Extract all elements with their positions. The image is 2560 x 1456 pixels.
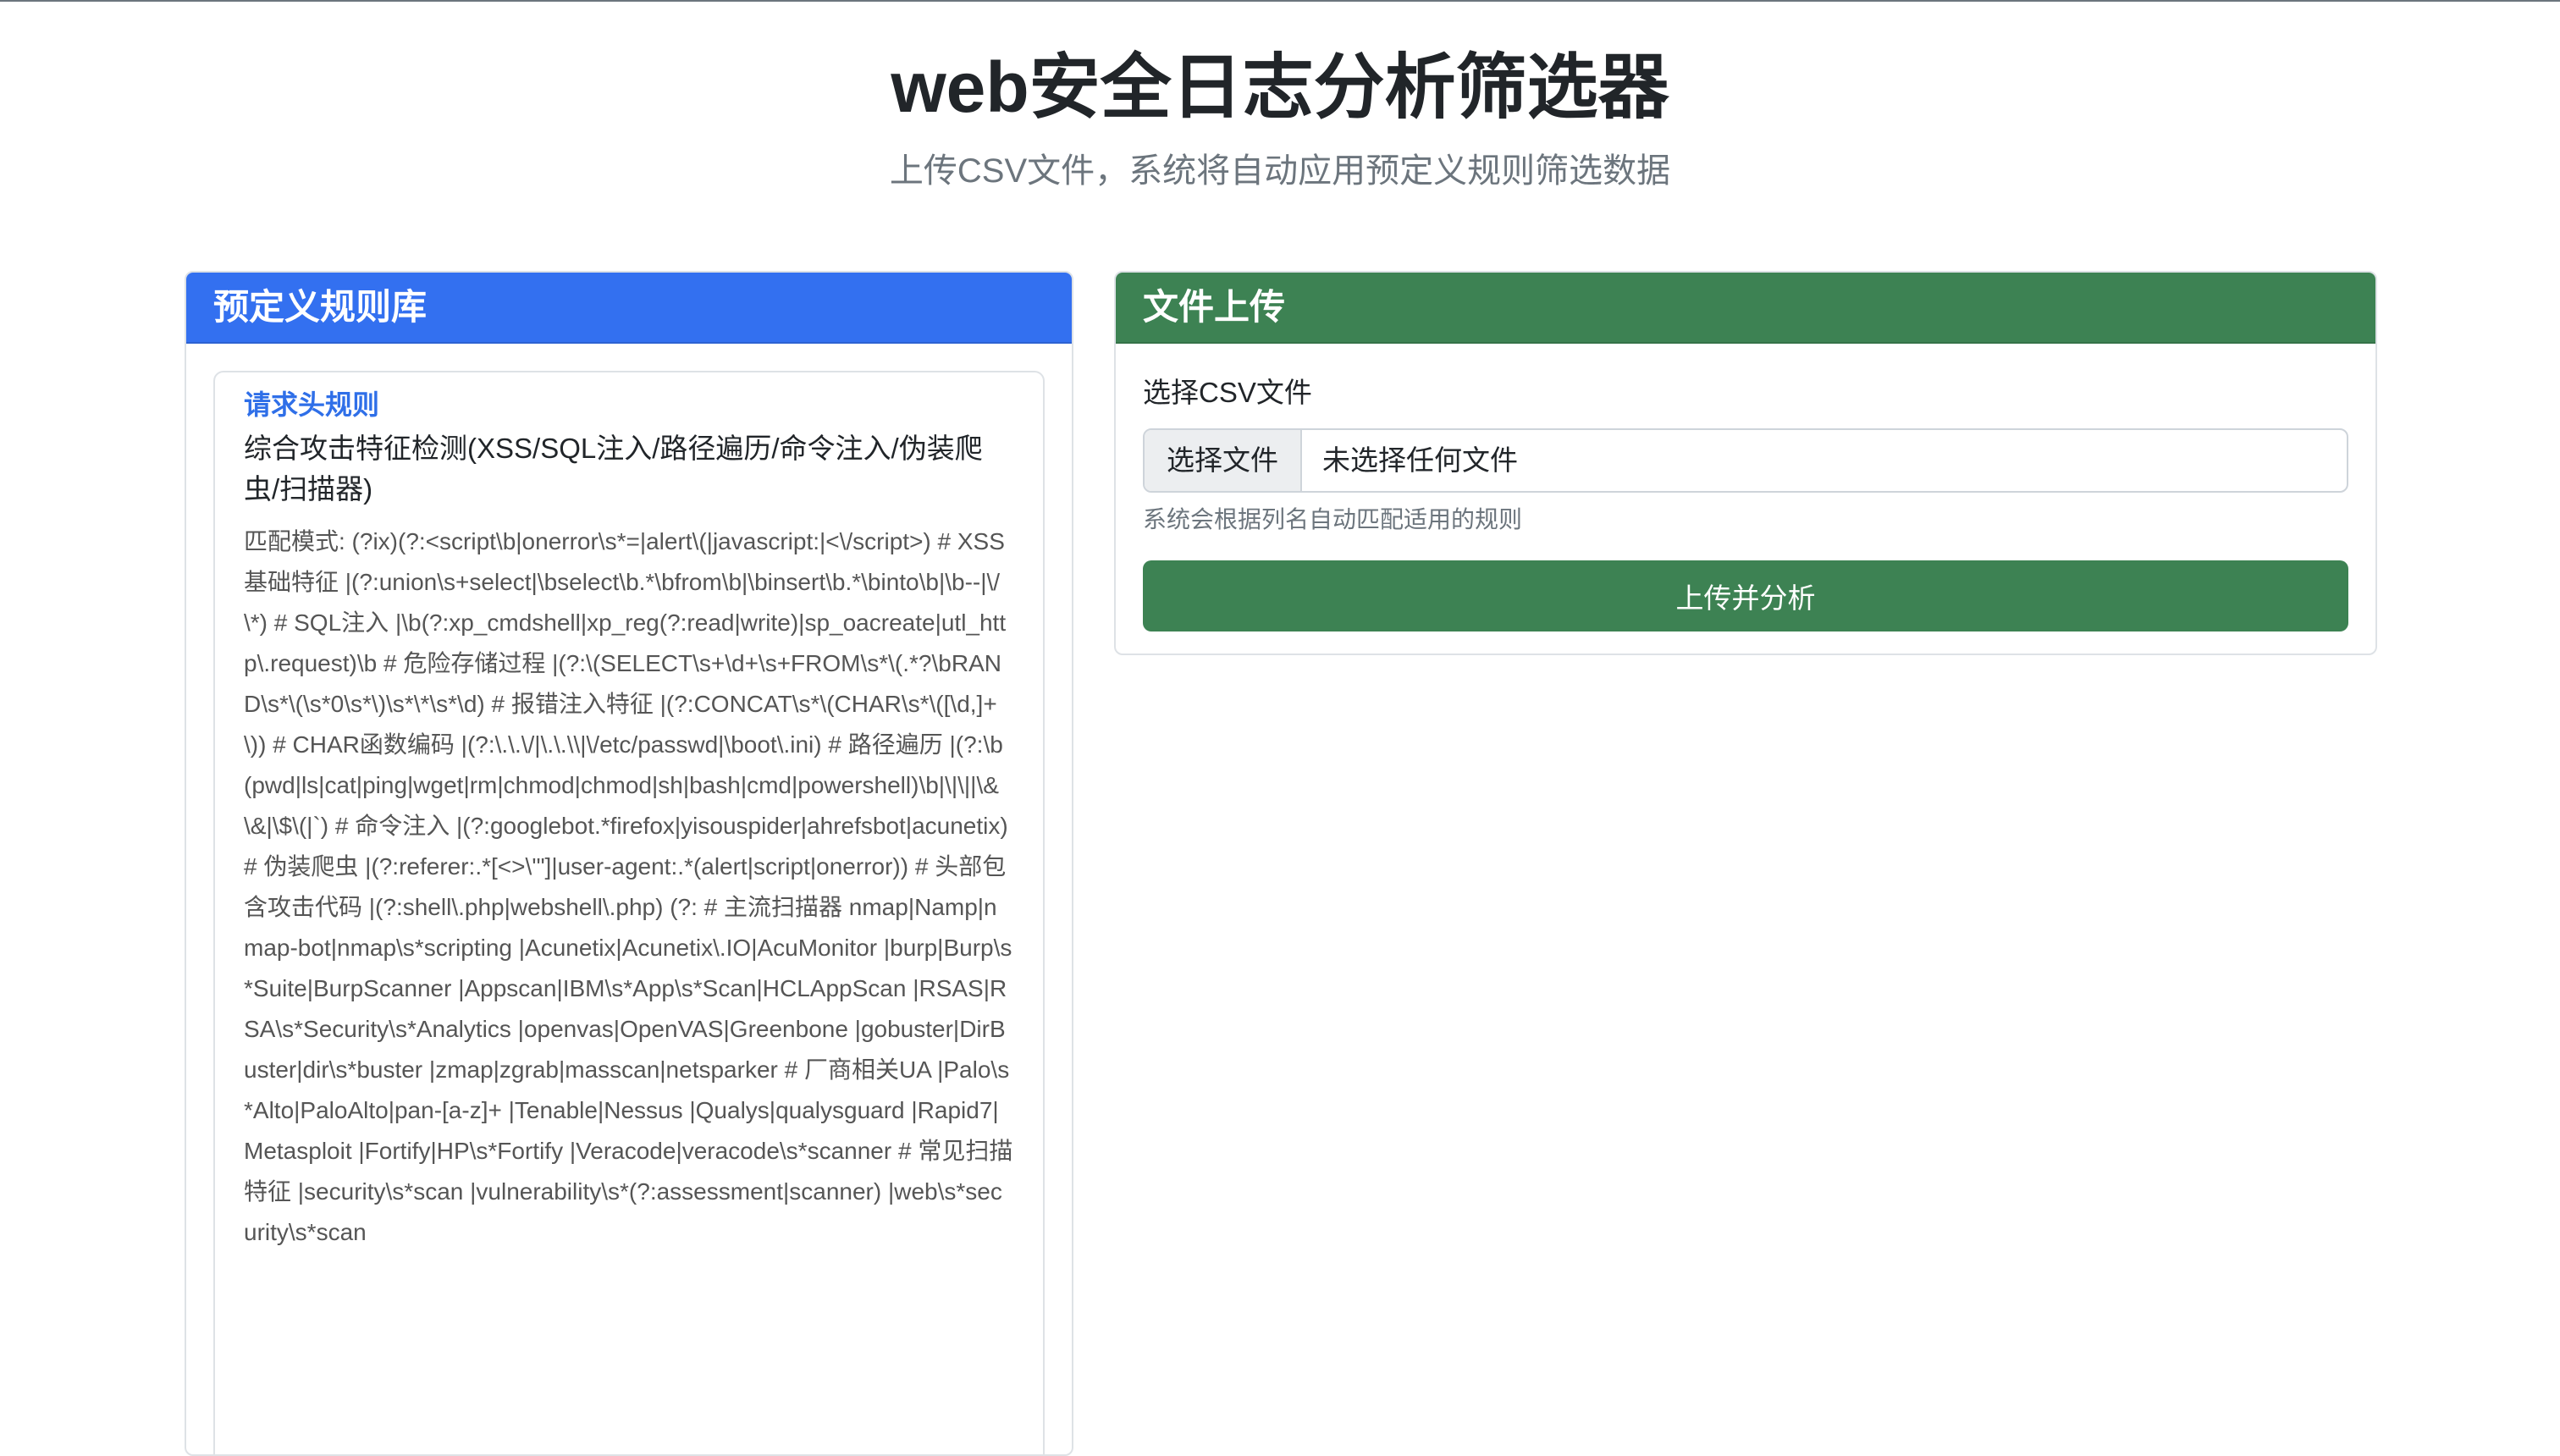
rule-item: 请求头规则 综合攻击特征检测(XSS/SQL注入/路径遍历/命令注入/伪装爬虫/…: [213, 371, 1045, 1454]
rule-category: 请求头规则: [244, 389, 380, 420]
choose-file-button[interactable]: 选择文件: [1145, 430, 1302, 491]
page-title: web安全日志分析筛选器: [891, 47, 1669, 127]
csv-file-label: 选择CSV文件: [1143, 377, 1312, 408]
rules-library-card: 预定义规则库 请求头规则 综合攻击特征检测(XSS/SQL注入/路径遍历/命令注…: [185, 271, 1073, 1456]
rules-library-header: 预定义规则库: [186, 273, 1072, 344]
page-header: web安全日志分析筛选器 上传CSV文件，系统将自动应用预定义规则筛选数据: [0, 41, 2560, 195]
csv-file-input[interactable]: 选择文件 未选择任何文件: [1143, 428, 2348, 493]
file-upload-header: 文件上传: [1116, 273, 2375, 344]
file-upload-body: 选择CSV文件 选择文件 未选择任何文件 系统会根据列名自动匹配适用的规则 上传…: [1116, 344, 2375, 654]
top-border: [0, 0, 2560, 2]
rules-library-body[interactable]: 请求头规则 综合攻击特征检测(XSS/SQL注入/路径遍历/命令注入/伪装爬虫/…: [186, 344, 1072, 1454]
upload-analyze-button[interactable]: 上传并分析: [1143, 560, 2348, 631]
rule-pattern: 匹配模式: (?ix)(?:<script\b|onerror\s*=|aler…: [244, 528, 1015, 1245]
help-text: 系统会根据列名自动匹配适用的规则: [1143, 506, 1523, 532]
file-status-text: 未选择任何文件: [1322, 444, 1518, 476]
page-subtitle: 上传CSV文件，系统将自动应用预定义规则筛选数据: [889, 152, 1671, 190]
rule-name: 综合攻击特征检测(XSS/SQL注入/路径遍历/命令注入/伪装爬虫/扫描器): [244, 433, 983, 505]
file-upload-card: 文件上传 选择CSV文件 选择文件 未选择任何文件 系统会根据列名自动匹配适用的…: [1114, 271, 2377, 655]
